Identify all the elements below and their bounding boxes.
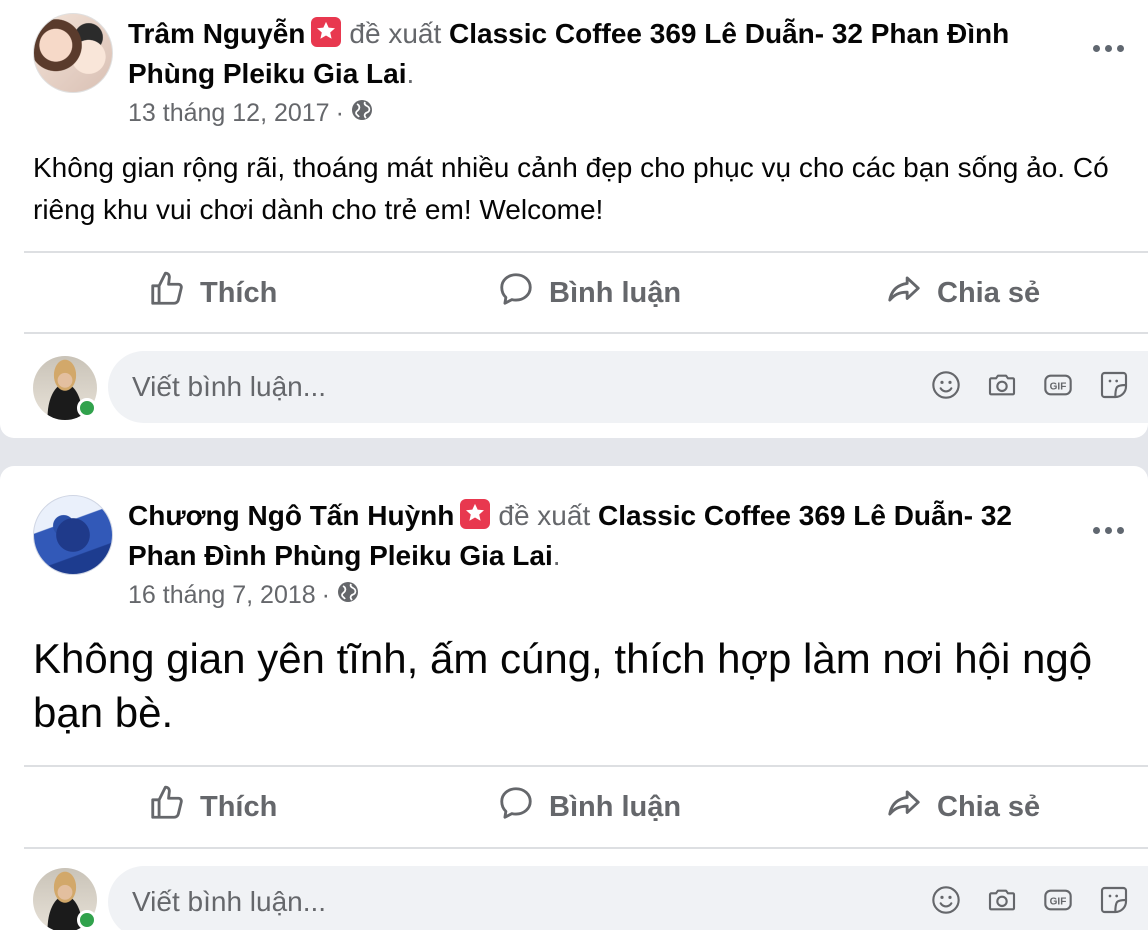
post-text: Không gian rộng rãi, thoáng mát nhiều cả… <box>33 152 1109 225</box>
comment-placeholder: Viết bình luận... <box>132 371 327 402</box>
period: . <box>552 540 561 571</box>
comment-label: Bình luận <box>549 276 682 309</box>
like-label: Thích <box>200 790 278 823</box>
share-arrow-icon <box>885 784 923 830</box>
comment-input[interactable]: Viết bình luận... GIF <box>108 866 1148 930</box>
recommend-star-icon <box>311 17 342 47</box>
svg-text:GIF: GIF <box>1050 381 1067 392</box>
author-name[interactable]: Trâm Nguyễn <box>128 18 305 49</box>
more-options-icon[interactable] <box>1088 38 1128 58</box>
camera-icon[interactable] <box>986 369 1018 401</box>
thumbs-up-icon <box>148 784 186 830</box>
online-status-indicator <box>77 398 97 418</box>
sticker-icon[interactable] <box>1098 884 1130 916</box>
share-label: Chia sẻ <box>937 276 1041 309</box>
gif-icon[interactable]: GIF <box>1042 369 1074 401</box>
gif-icon[interactable]: GIF <box>1042 884 1074 916</box>
like-label: Thích <box>200 276 278 309</box>
recommend-verb: đề xuất <box>498 500 591 531</box>
camera-icon[interactable] <box>986 884 1018 916</box>
author-avatar[interactable] <box>33 495 113 575</box>
share-button[interactable]: Chia sẻ <box>885 253 1040 333</box>
post-actions: Thích Bình luận Chia sẻ <box>0 767 1148 847</box>
post-actions: Thích Bình luận Chia sẻ <box>0 253 1148 333</box>
share-arrow-icon <box>885 270 923 316</box>
divider <box>24 332 1148 334</box>
post-date[interactable]: 16 tháng 7, 2018 <box>128 581 316 610</box>
comment-tools: GIF <box>930 369 1130 401</box>
like-button[interactable]: Thích <box>148 253 277 333</box>
recommend-verb: đề xuất <box>349 18 442 49</box>
post-date[interactable]: 13 tháng 12, 2017 <box>128 99 330 128</box>
comment-button[interactable]: Bình luận <box>497 767 681 847</box>
post-text: Không gian yên tĩnh, ấm cúng, thích hợp … <box>33 635 1093 736</box>
more-options-icon[interactable] <box>1088 520 1128 540</box>
author-name[interactable]: Chương Ngô Tấn Huỳnh <box>128 500 454 531</box>
meta-separator: · <box>335 99 344 127</box>
share-button[interactable]: Chia sẻ <box>885 767 1040 847</box>
period: . <box>406 58 415 89</box>
comment-bubble-icon <box>497 784 535 830</box>
emoji-icon[interactable] <box>930 884 962 916</box>
comment-input[interactable]: Viết bình luận... GIF <box>108 351 1148 423</box>
comment-button[interactable]: Bình luận <box>497 253 681 333</box>
emoji-icon[interactable] <box>930 369 962 401</box>
globe-icon[interactable] <box>350 98 374 129</box>
sticker-icon[interactable] <box>1098 369 1130 401</box>
author-avatar[interactable] <box>33 13 113 93</box>
like-button[interactable]: Thích <box>148 767 277 847</box>
post-header: Chương Ngô Tấn Huỳnh đề xuất Classic Coff… <box>128 496 1038 576</box>
post-header: Trâm Nguyễn đề xuất Classic Coffee 369 Lê… <box>128 14 1038 94</box>
comment-tools: GIF <box>930 884 1130 916</box>
svg-text:GIF: GIF <box>1050 896 1067 907</box>
post-meta: 16 tháng 7, 2018 · <box>128 580 360 611</box>
comment-label: Bình luận <box>549 790 682 823</box>
comment-placeholder: Viết bình luận... <box>132 886 327 917</box>
thumbs-up-icon <box>148 270 186 316</box>
share-label: Chia sẻ <box>937 790 1041 823</box>
post-meta: 13 tháng 12, 2017 · <box>128 98 374 129</box>
comment-bubble-icon <box>497 270 535 316</box>
meta-separator: · <box>321 581 330 609</box>
divider <box>24 847 1148 849</box>
recommend-star-icon <box>460 499 491 529</box>
globe-icon[interactable] <box>336 580 360 611</box>
online-status-indicator <box>77 910 97 930</box>
